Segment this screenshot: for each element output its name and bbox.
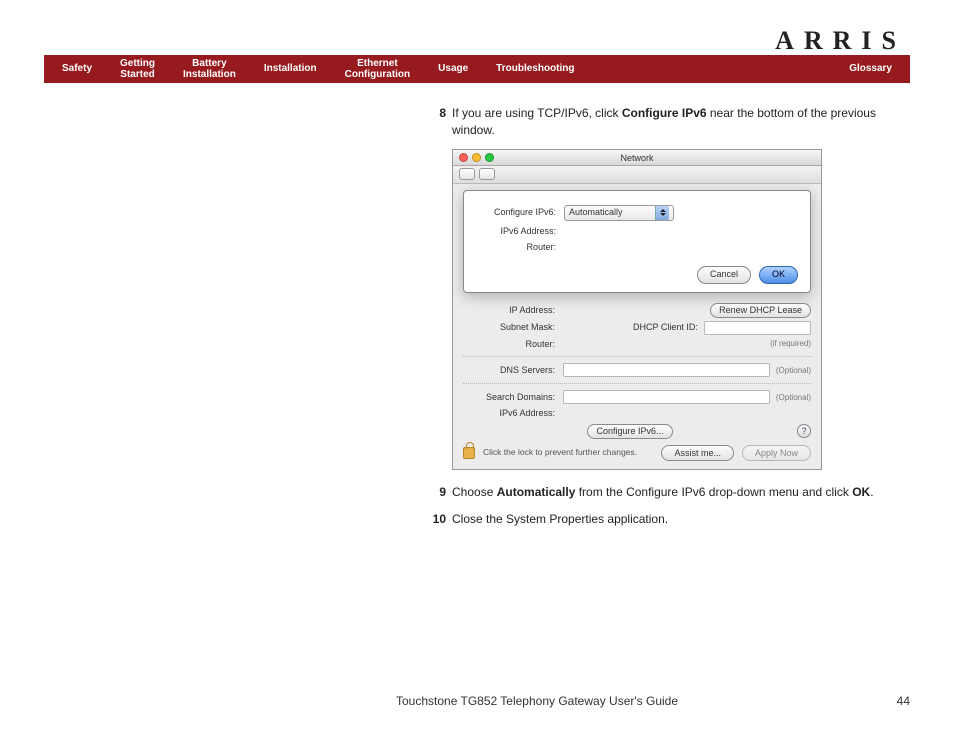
panel-router-label: Router: bbox=[463, 338, 563, 351]
nav-battery-installation[interactable]: Battery Installation bbox=[169, 58, 250, 81]
configure-ipv6-label: Configure IPv6: bbox=[476, 206, 564, 219]
forward-button[interactable] bbox=[479, 168, 495, 180]
subnet-mask-label: Subnet Mask: bbox=[463, 321, 563, 334]
nav-glossary[interactable]: Glossary bbox=[835, 63, 906, 75]
dns-servers-label: DNS Servers: bbox=[463, 364, 563, 377]
search-optional-note: (Optional) bbox=[776, 392, 811, 403]
zoom-icon[interactable] bbox=[485, 153, 494, 162]
main-content: 8 If you are using TCP/IPv6, click Confi… bbox=[430, 105, 906, 538]
dropdown-arrow-icon bbox=[655, 206, 669, 220]
page-number: 44 bbox=[897, 694, 910, 708]
nav-getting-started-l1: Getting bbox=[120, 58, 155, 70]
search-domains-field[interactable] bbox=[563, 390, 770, 404]
brand-logo: ARRIS bbox=[775, 26, 906, 56]
step-8: 8 If you are using TCP/IPv6, click Confi… bbox=[430, 105, 906, 139]
step-9-text-c: from the Configure IPv6 drop-down menu a… bbox=[575, 485, 852, 499]
cancel-button[interactable]: Cancel bbox=[697, 266, 751, 284]
step-9-text-e: . bbox=[870, 485, 873, 499]
nav-getting-started[interactable]: Getting Started bbox=[106, 58, 169, 81]
nav-ethernet-l2: Configuration bbox=[345, 69, 411, 81]
step-10: 10 Close the System Properties applicati… bbox=[430, 511, 906, 528]
search-domains-label: Search Domains: bbox=[463, 391, 563, 404]
step-8-number: 8 bbox=[430, 105, 452, 139]
step-8-text-a: If you are using TCP/IPv6, click bbox=[452, 106, 622, 120]
mac-window-title: Network bbox=[620, 153, 653, 163]
dhcp-client-id-label: DHCP Client ID: bbox=[633, 321, 704, 334]
assist-me-button[interactable]: Assist me... bbox=[661, 445, 734, 461]
dns-optional-note: (Optional) bbox=[776, 365, 811, 376]
nav-ethernet-l1: Ethernet bbox=[345, 58, 411, 70]
dns-servers-field[interactable] bbox=[563, 363, 770, 377]
configure-ipv6-dropdown[interactable]: Automatically bbox=[564, 205, 674, 221]
step-9-text-a: Choose bbox=[452, 485, 497, 499]
nav-usage[interactable]: Usage bbox=[424, 63, 482, 75]
nav-getting-started-l2: Started bbox=[120, 69, 155, 81]
apply-now-button: Apply Now bbox=[742, 445, 811, 461]
step-9: 9 Choose Automatically from the Configur… bbox=[430, 484, 906, 501]
step-10-number: 10 bbox=[430, 511, 452, 528]
nav-safety[interactable]: Safety bbox=[48, 63, 106, 75]
nav-troubleshooting[interactable]: Troubleshooting bbox=[482, 63, 588, 75]
step-8-text: If you are using TCP/IPv6, click Configu… bbox=[452, 105, 906, 139]
traffic-lights bbox=[459, 153, 494, 162]
mac-toolbar bbox=[453, 166, 821, 184]
minimize-icon[interactable] bbox=[472, 153, 481, 162]
mac-network-window: Network Configure IPv6: Automatically bbox=[452, 149, 822, 470]
sheet-router-label: Router: bbox=[476, 241, 564, 254]
step-9-number: 9 bbox=[430, 484, 452, 501]
configure-ipv6-value: Automatically bbox=[569, 206, 623, 219]
mac-body: Configure IPv6: Automatically IPv6 Addre… bbox=[453, 184, 821, 469]
ip-address-label: IP Address: bbox=[463, 304, 563, 317]
step-10-text: Close the System Properties application. bbox=[452, 511, 906, 528]
nav-battery-l2: Installation bbox=[183, 69, 236, 81]
step-9-bold-ok: OK bbox=[852, 485, 870, 499]
configure-ipv6-button[interactable]: Configure IPv6... bbox=[587, 424, 672, 439]
close-icon[interactable] bbox=[459, 153, 468, 162]
nav-installation[interactable]: Installation bbox=[250, 63, 331, 75]
help-icon[interactable]: ? bbox=[797, 424, 811, 438]
footer-title: Touchstone TG852 Telephony Gateway User'… bbox=[396, 694, 678, 708]
nav-ethernet-config[interactable]: Ethernet Configuration bbox=[331, 58, 425, 81]
step-9-bold-auto: Automatically bbox=[497, 485, 576, 499]
step-8-bold: Configure IPv6 bbox=[622, 106, 707, 120]
renew-dhcp-button[interactable]: Renew DHCP Lease bbox=[710, 303, 811, 318]
panel-ipv6-address-label: IPv6 Address: bbox=[463, 407, 563, 420]
nav-battery-l1: Battery bbox=[183, 58, 236, 70]
back-button[interactable] bbox=[459, 168, 475, 180]
dhcp-client-id-field[interactable] bbox=[704, 321, 811, 335]
sheet-ipv6-address-label: IPv6 Address: bbox=[476, 225, 564, 238]
ok-button[interactable]: OK bbox=[759, 266, 798, 284]
top-nav: Safety Getting Started Battery Installat… bbox=[44, 55, 910, 83]
mac-titlebar: Network bbox=[453, 150, 821, 166]
lock-icon[interactable] bbox=[463, 447, 475, 459]
configure-ipv6-sheet: Configure IPv6: Automatically IPv6 Addre… bbox=[463, 190, 811, 293]
step-9-text: Choose Automatically from the Configure … bbox=[452, 484, 906, 501]
if-required-note: (if required) bbox=[770, 338, 811, 349]
lock-text: Click the lock to prevent further change… bbox=[483, 447, 637, 459]
page-footer: Touchstone TG852 Telephony Gateway User'… bbox=[44, 694, 910, 708]
